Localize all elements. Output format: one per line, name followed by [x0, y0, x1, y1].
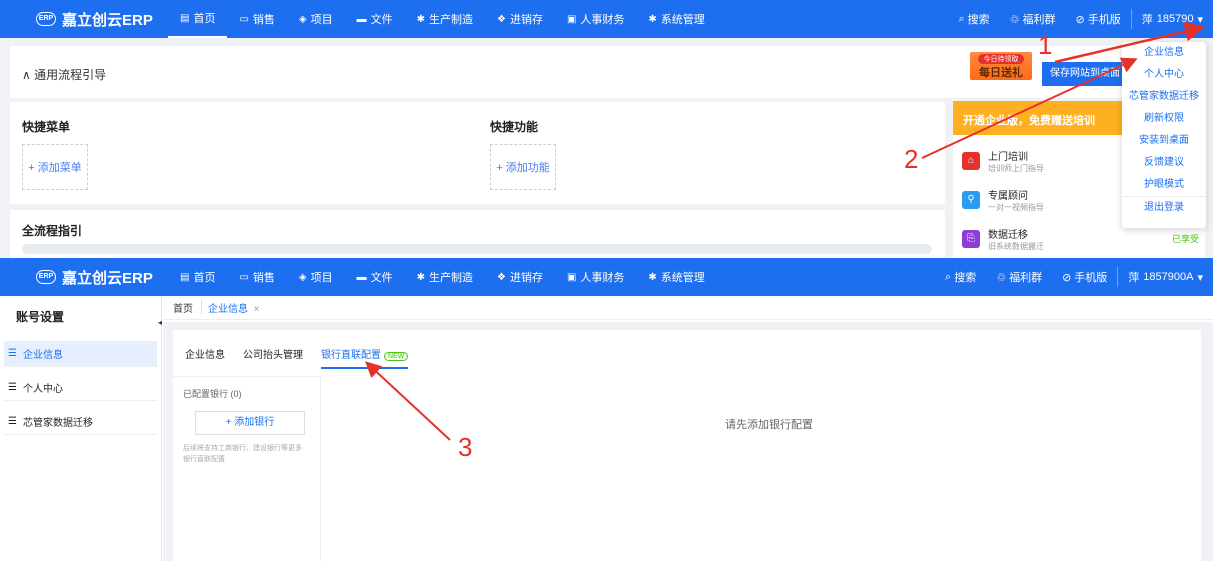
annotation-layer	[365, 21, 1205, 441]
arrow-1	[1054, 21, 1205, 64]
arrow-2	[921, 57, 1138, 159]
arrow-3	[365, 361, 451, 441]
annotation-number-3: 3	[458, 432, 473, 462]
annotation-number-1: 1	[1038, 30, 1053, 60]
annotation-number-2: 2	[904, 144, 919, 174]
